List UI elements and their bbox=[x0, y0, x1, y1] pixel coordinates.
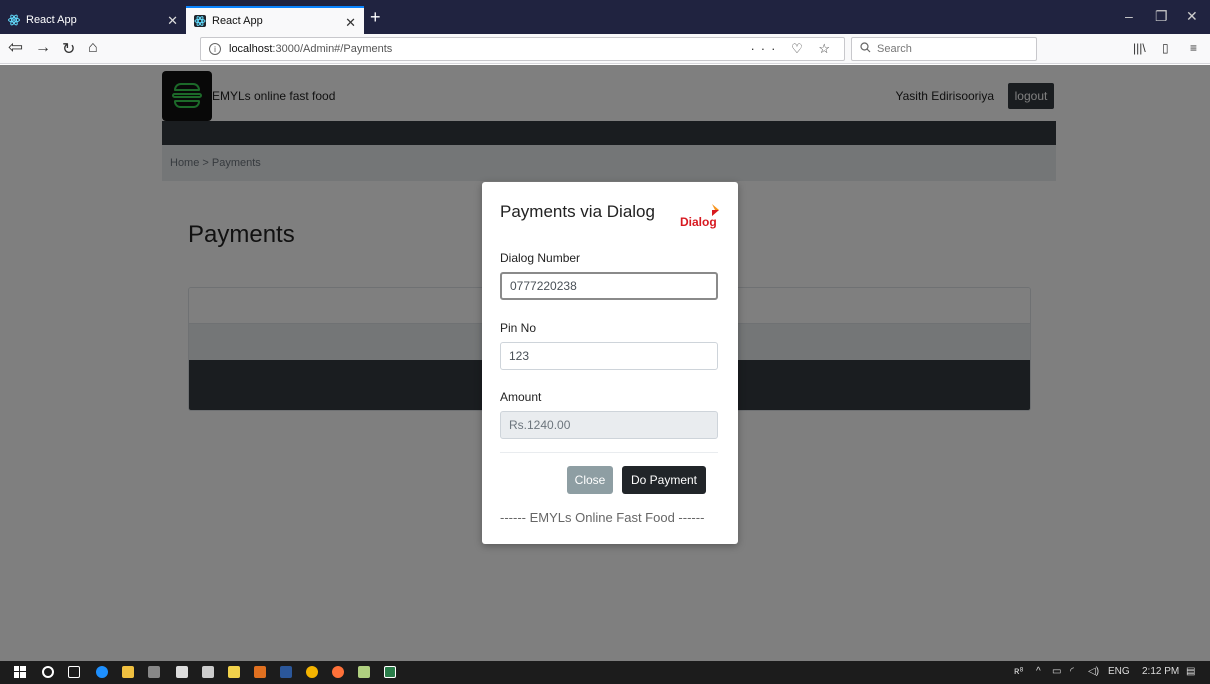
language-indicator[interactable]: ENG bbox=[1108, 666, 1130, 677]
windows-start-icon[interactable] bbox=[14, 666, 26, 678]
close-window-icon[interactable]: ✕ bbox=[1186, 8, 1198, 25]
browser-tab-bar: React App ✕ React App ✕ + – ❐ ✕ bbox=[0, 0, 1210, 34]
forward-icon[interactable]: → bbox=[35, 39, 51, 57]
modal-title: Payments via Dialog bbox=[500, 202, 655, 221]
payment-modal: Payments via Dialog Dialog Dialog Number… bbox=[482, 182, 738, 544]
home-icon[interactable]: ⌂ bbox=[88, 39, 98, 57]
close-tab-icon[interactable]: ✕ bbox=[167, 13, 178, 29]
url-path: :3000/Admin#/Payments bbox=[272, 43, 393, 55]
chrome-icon[interactable] bbox=[306, 666, 318, 678]
menu-icon[interactable]: ≡ bbox=[1190, 41, 1197, 55]
minimize-icon[interactable]: – bbox=[1125, 8, 1133, 24]
react-icon bbox=[194, 15, 206, 27]
modal-footer-text: ------ EMYLs Online Fast Food ------ bbox=[500, 510, 705, 525]
dialog-logo: Dialog bbox=[680, 204, 724, 229]
url-bar[interactable]: i localhost :3000/Admin#/Payments ··· ♡ … bbox=[200, 37, 845, 61]
library-icon[interactable]: |||\ bbox=[1133, 41, 1146, 55]
file-explorer-icon[interactable] bbox=[122, 666, 134, 678]
page-actions-icon[interactable]: ··· ♡ ☆ bbox=[750, 41, 836, 57]
close-tab-icon[interactable]: ✕ bbox=[345, 15, 356, 31]
word-icon[interactable] bbox=[280, 666, 292, 678]
reload-icon[interactable]: ↻ bbox=[62, 39, 75, 59]
tray-chevron-icon[interactable]: ^ bbox=[1036, 666, 1041, 677]
amount-label: Amount bbox=[500, 390, 542, 404]
search-icon bbox=[860, 42, 871, 56]
edge-icon[interactable] bbox=[96, 666, 108, 678]
battery-icon[interactable]: ▭ bbox=[1052, 666, 1061, 677]
dialog-logo-text: Dialog bbox=[680, 215, 717, 229]
info-icon[interactable]: i bbox=[209, 43, 221, 55]
back-icon[interactable]: ⇦ bbox=[8, 37, 23, 58]
volume-icon[interactable]: ◁) bbox=[1088, 666, 1099, 677]
do-payment-button[interactable]: Do Payment bbox=[622, 466, 706, 494]
tab-title: React App bbox=[26, 14, 77, 26]
dialog-number-field[interactable]: 0777220238 bbox=[500, 272, 718, 300]
pin-no-field[interactable]: 123 bbox=[500, 342, 718, 370]
react-icon bbox=[8, 14, 20, 26]
task-view-icon[interactable] bbox=[68, 666, 80, 678]
search-input[interactable]: Search bbox=[851, 37, 1037, 61]
vlc-icon[interactable] bbox=[254, 666, 266, 678]
mail-icon[interactable] bbox=[202, 666, 214, 678]
sidebar-icon[interactable]: ▯ bbox=[1162, 41, 1169, 55]
app-icon[interactable] bbox=[148, 666, 160, 678]
new-tab-button[interactable]: + bbox=[370, 7, 381, 28]
wifi-icon[interactable]: ◜ bbox=[1070, 666, 1074, 677]
cortana-icon[interactable] bbox=[42, 666, 54, 678]
notifications-icon[interactable]: ▤ bbox=[1186, 666, 1195, 677]
tab-react-app-2[interactable]: React App ✕ bbox=[186, 6, 364, 34]
url-host: localhost bbox=[229, 43, 273, 55]
browser-nav-bar: ⇦ → ↻ ⌂ i localhost :3000/Admin#/Payment… bbox=[0, 34, 1210, 64]
amount-field: Rs.1240.00 bbox=[500, 411, 718, 439]
restore-icon[interactable]: ❐ bbox=[1155, 8, 1168, 25]
dialog-number-label: Dialog Number bbox=[500, 251, 581, 265]
pin-no-label: Pin No bbox=[500, 321, 537, 335]
close-button[interactable]: Close bbox=[567, 466, 613, 494]
firefox-icon[interactable] bbox=[332, 666, 344, 678]
modal-divider bbox=[500, 452, 718, 453]
store-icon[interactable] bbox=[176, 666, 188, 678]
tab-react-app-1[interactable]: React App ✕ bbox=[0, 6, 186, 34]
notepad-icon[interactable] bbox=[358, 666, 370, 678]
app-icon[interactable] bbox=[384, 666, 396, 678]
windows-taskbar: ʀ⁸ ^ ▭ ◜ ◁) ENG 2:12 PM ▤ bbox=[0, 661, 1210, 684]
people-icon[interactable]: ʀ⁸ bbox=[1014, 666, 1024, 677]
search-placeholder: Search bbox=[877, 43, 912, 55]
clock[interactable]: 2:12 PM bbox=[1142, 666, 1179, 677]
sticky-notes-icon[interactable] bbox=[228, 666, 240, 678]
tab-title: React App bbox=[212, 15, 263, 27]
